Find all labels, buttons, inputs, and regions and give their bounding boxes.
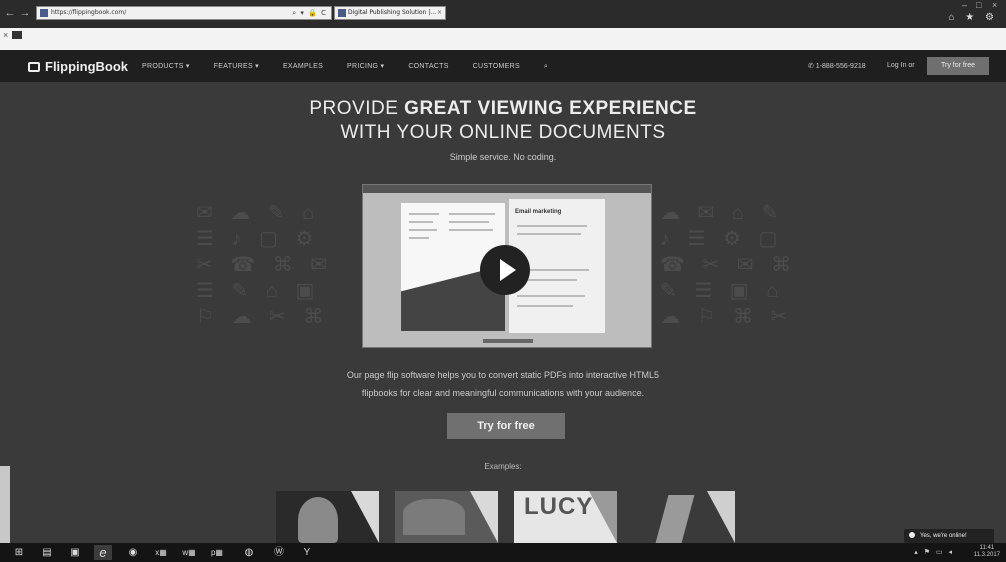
chat-label: Yes, we're online!	[920, 533, 967, 539]
description-line1: Our page flip software helps you to conv…	[346, 370, 660, 380]
store-icon[interactable]: ▣	[66, 545, 84, 560]
decorative-icons-right: ☁ ✉ ⌂ ✎ ♪ ☰ ⚙ ▢ ☎ ✂ ✉ ⌘ ✎ ☰ ▣ ⌂ ☁ ⚐ ⌘ ✂	[660, 202, 798, 328]
tab-favicon-icon	[338, 9, 346, 17]
try-for-free-button[interactable]: Try for free	[447, 413, 565, 439]
browser-chrome: ← → https://flippingbook.com/ ⌕ ▾ 🔒 C Di…	[0, 0, 1006, 51]
portrait-image	[298, 497, 338, 543]
browser-command-bar: ×	[0, 28, 1006, 51]
nav-features[interactable]: FEATURES ▾	[214, 63, 259, 70]
video-controls[interactable]	[483, 339, 533, 343]
play-icon	[500, 259, 516, 281]
try-for-free-header-button[interactable]: Try for free	[927, 57, 989, 75]
left-edge-strip	[0, 466, 10, 543]
word-icon[interactable]: w▦	[180, 545, 198, 560]
description-line2: flipbooks for clear and meaningful commu…	[361, 388, 645, 398]
site-favicon-icon	[40, 9, 48, 17]
nav-pricing[interactable]: PRICING ▾	[347, 63, 384, 70]
address-bar-icons[interactable]: ⌕ ▾ 🔒 C	[292, 7, 327, 19]
nav-customers[interactable]: CUSTOMERS	[473, 63, 520, 70]
page-curl-icon	[707, 491, 735, 543]
nav-examples[interactable]: EXAMPLES	[283, 63, 323, 70]
forward-icon[interactable]: →	[18, 6, 32, 20]
example-motorcycle[interactable]	[632, 491, 735, 543]
logo-text: FlippingBook	[45, 59, 129, 74]
search-icon[interactable]: ⌕	[544, 63, 548, 70]
hero-title-bold: GREAT VIEWING EXPERIENCE	[404, 98, 697, 119]
book-icon	[28, 62, 40, 72]
back-icon[interactable]: ←	[3, 6, 17, 20]
video-toolbar	[363, 185, 651, 193]
address-text: https://flippingbook.com/	[51, 9, 127, 16]
windows-icon[interactable]: ⊞	[10, 545, 28, 560]
hero-description: Our page flip software helps you to conv…	[0, 366, 1006, 402]
close-bar-icon[interactable]: ×	[3, 30, 8, 40]
video-page-heading: Email marketing	[515, 209, 562, 215]
play-button[interactable]	[480, 245, 530, 295]
print-icon[interactable]	[12, 31, 22, 39]
hero-title-line2: WITH YOUR ONLINE DOCUMENTS	[340, 122, 666, 143]
nav-contacts[interactable]: CONTACTS	[408, 63, 448, 70]
browser-toolbar: ← → https://flippingbook.com/ ⌕ ▾ 🔒 C Di…	[0, 0, 1006, 28]
internet-explorer-icon[interactable]: e	[94, 545, 112, 560]
nav-products[interactable]: PRODUCTS ▾	[142, 63, 190, 70]
excel-icon[interactable]: x▦	[152, 545, 170, 560]
window-close-icon[interactable]: ×	[992, 0, 997, 10]
app-w-icon[interactable]: Ⓦ	[270, 545, 288, 560]
taskbar-clock[interactable]: 11:41 11.3.2017	[974, 545, 1000, 559]
motorcycle-image	[655, 495, 695, 543]
address-bar[interactable]: https://flippingbook.com/ ⌕ ▾ 🔒 C	[36, 6, 332, 20]
chat-widget[interactable]: Yes, we're online!	[904, 529, 994, 543]
phone-number[interactable]: ✆ 1-888-556-9218	[808, 62, 866, 70]
example-portrait[interactable]	[276, 491, 379, 543]
page-curl-icon	[351, 491, 379, 543]
app-icon[interactable]: ◍	[240, 545, 258, 560]
clock-time: 11:41	[979, 545, 995, 551]
example-wisdom[interactable]	[395, 491, 498, 543]
file-explorer-icon[interactable]: ▤	[38, 545, 56, 560]
hero-title-line1: PROVIDE GREAT VIEWING EXPERIENCE	[0, 98, 1006, 120]
maximize-icon[interactable]: □	[976, 0, 981, 10]
chrome-icon[interactable]: ◉	[124, 545, 142, 560]
chat-bubble-icon	[909, 532, 915, 538]
login-link[interactable]: Log In or	[887, 62, 915, 69]
windows-taskbar: ⊞ ▤ ▣ e ◉ x▦ w▦ p▦ ◍ Ⓦ Y ▴ ⚑ ▭ ◂ 11:41 1…	[0, 543, 1006, 562]
product-video[interactable]: Email marketing	[362, 184, 652, 348]
site-header: FlippingBook PRODUCTS ▾ FEATURES ▾ EXAMP…	[0, 50, 1006, 82]
tree-image	[403, 499, 465, 535]
app-y-icon[interactable]: Y	[298, 545, 316, 560]
examples-label: Examples:	[484, 462, 522, 471]
home-favorites-settings-icons[interactable]: ⌂ ★ ⚙	[948, 12, 998, 23]
example-lucy[interactable]: LUCY	[514, 491, 617, 543]
clock-date: 11.3.2017	[973, 552, 1000, 558]
minimize-icon[interactable]: –	[962, 0, 967, 10]
page-curl-icon	[470, 491, 498, 543]
powerpoint-icon[interactable]: p▦	[208, 545, 226, 560]
hero-title-prefix: PROVIDE	[309, 98, 405, 119]
lucy-title: LUCY	[524, 493, 594, 520]
flippingbook-logo[interactable]: FlippingBook	[28, 59, 128, 74]
tab-title: Digital Publishing Solution |...	[348, 9, 437, 16]
browser-tab[interactable]: Digital Publishing Solution |... ×	[334, 6, 446, 20]
system-tray-icons[interactable]: ▴ ⚑ ▭ ◂	[914, 548, 954, 556]
decorative-icons-left: ✉ ☁ ✎ ⌂ ☰ ♪ ▢ ⚙ ✂ ☎ ⌘ ✉ ☰ ✎ ⌂ ▣ ⚐ ☁ ✂ ⌘	[196, 202, 334, 328]
main-nav: PRODUCTS ▾ FEATURES ▾ EXAMPLES PRICING ▾…	[142, 62, 570, 71]
tab-close-icon[interactable]: ×	[437, 7, 442, 19]
hero-subtitle: Simple service. No coding.	[449, 152, 557, 162]
